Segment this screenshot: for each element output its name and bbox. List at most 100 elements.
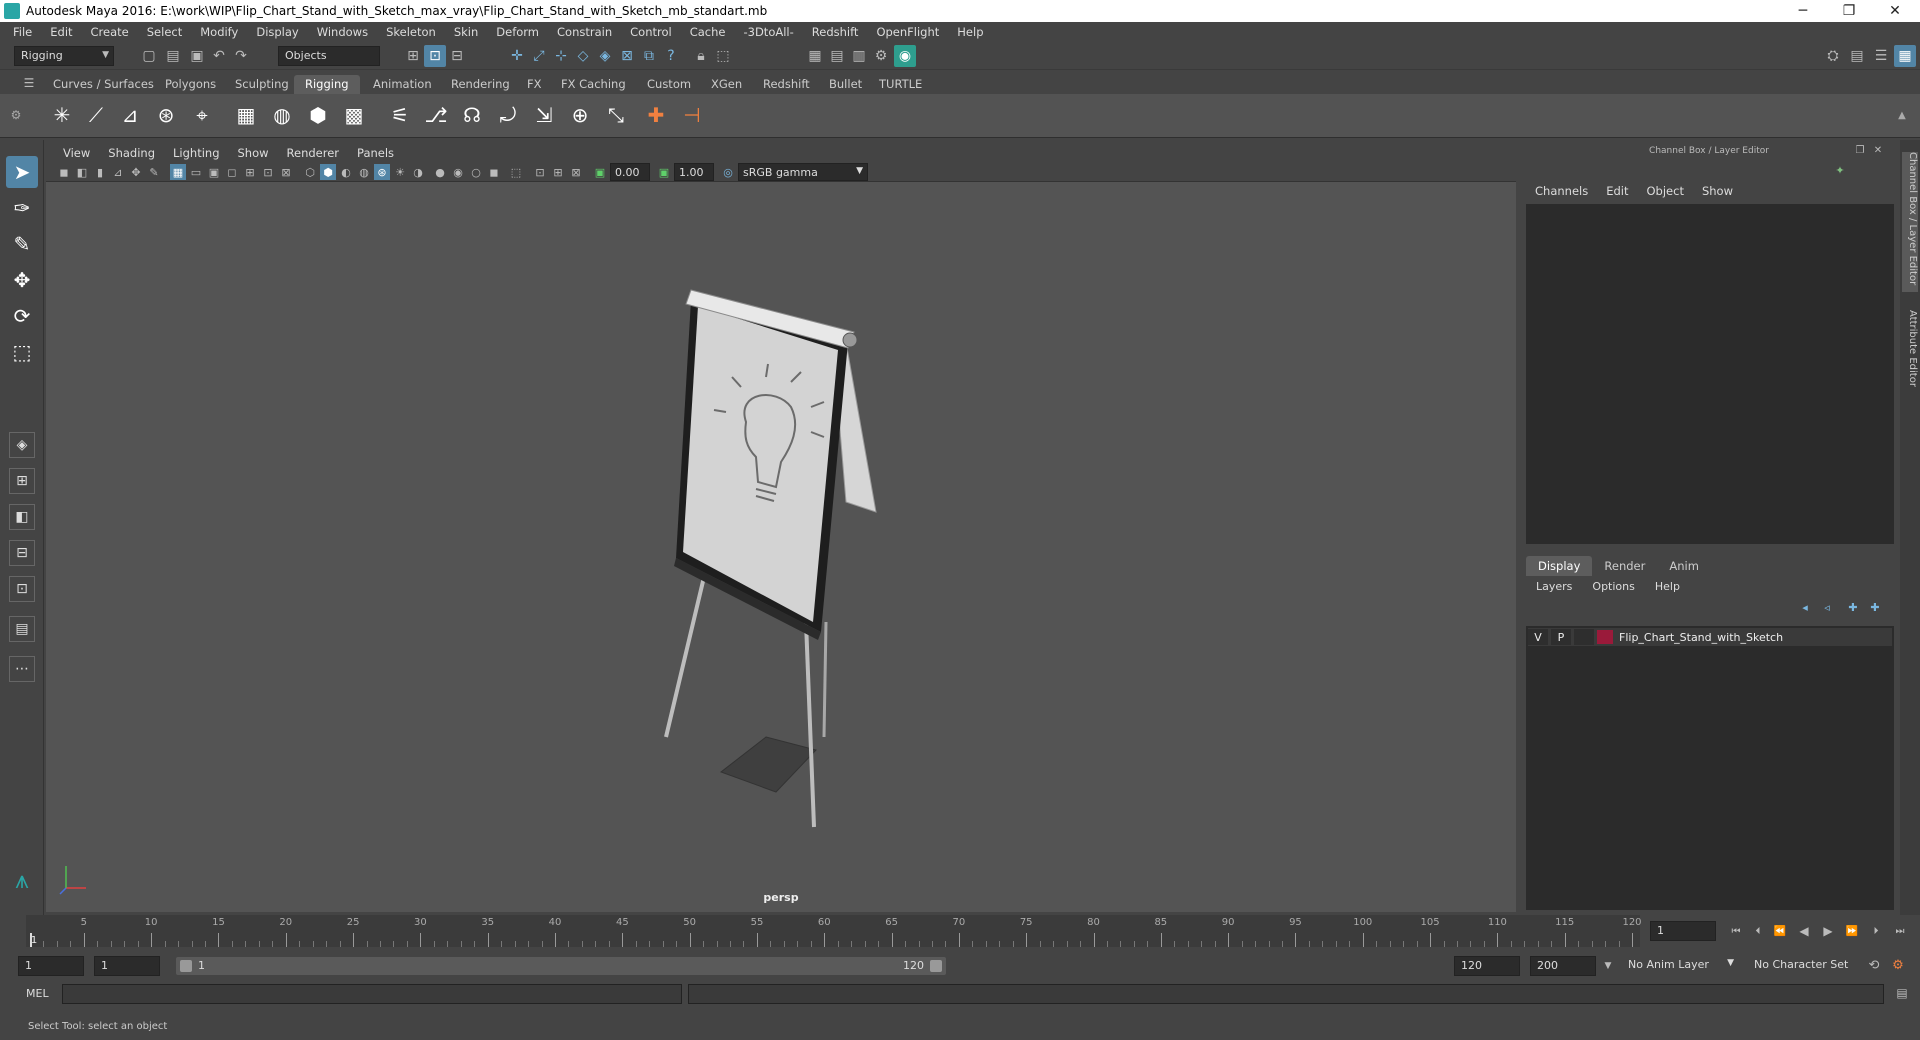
- orient-joint-icon[interactable]: ⊛: [150, 99, 182, 131]
- default-material-icon[interactable]: ◐: [338, 164, 354, 180]
- motion-blur-icon[interactable]: ◼: [486, 164, 502, 180]
- snap-grid-icon[interactable]: ✛: [506, 45, 528, 67]
- step-back-frame-icon[interactable]: ⏴: [1748, 921, 1768, 941]
- menu-file[interactable]: File: [4, 25, 41, 39]
- add-influence-icon[interactable]: ✚: [640, 99, 672, 131]
- camera-select-icon[interactable]: ◼: [56, 164, 72, 180]
- field-chart-icon[interactable]: ⊞: [242, 164, 258, 180]
- step-back-key-icon[interactable]: ⏪: [1770, 921, 1790, 941]
- undo-icon[interactable]: ↶: [208, 45, 230, 67]
- play-backwards-icon[interactable]: ◀: [1794, 921, 1814, 941]
- select-hierarchy-icon[interactable]: ⊞: [402, 45, 424, 67]
- new-empty-layer-icon[interactable]: ✚: [1844, 598, 1862, 616]
- shadows-icon[interactable]: ◑: [410, 164, 426, 180]
- command-input[interactable]: [62, 984, 682, 1004]
- exposure-field[interactable]: 0.00: [610, 163, 650, 181]
- move-layer-up-icon[interactable]: ◂: [1796, 598, 1814, 616]
- film-gate-icon[interactable]: ▭: [188, 164, 204, 180]
- menu-cache[interactable]: Cache: [681, 25, 735, 39]
- perspective-viewport[interactable]: persp: [46, 182, 1516, 912]
- layer-menu-options[interactable]: Options: [1582, 580, 1644, 593]
- select-tool-icon[interactable]: ➤: [6, 156, 38, 188]
- range-end-handle[interactable]: [930, 960, 942, 972]
- rotate-tool-icon[interactable]: ⟳: [6, 300, 38, 332]
- attribute-editor-toggle-icon[interactable]: ▤: [1846, 45, 1868, 67]
- auto-key-icon[interactable]: ⟲: [1864, 955, 1884, 975]
- flip-chart-model[interactable]: [46, 182, 1516, 912]
- menu-windows[interactable]: Windows: [308, 25, 377, 39]
- menu-openflight[interactable]: OpenFlight: [867, 25, 948, 39]
- menu-control[interactable]: Control: [621, 25, 681, 39]
- use-all-lights-icon[interactable]: ☀: [392, 164, 408, 180]
- side-by-side-layout-icon[interactable]: ◧: [9, 504, 35, 530]
- xray-joints-icon[interactable]: ◉: [450, 164, 466, 180]
- menu-modify[interactable]: Modify: [191, 25, 247, 39]
- layer-menu-help[interactable]: Help: [1645, 580, 1690, 593]
- shelf-options-icon[interactable]: ⚙: [6, 99, 26, 131]
- restore-button[interactable]: ❐: [1826, 0, 1872, 22]
- anim-layer-dropdown[interactable]: No Anim Layer ▼: [1622, 956, 1738, 976]
- viewport-menu-show[interactable]: Show: [229, 146, 278, 160]
- bind-skin-icon[interactable]: ▦: [230, 99, 262, 131]
- more-layouts-icon[interactable]: ⋯: [9, 656, 35, 682]
- single-view-layout-icon[interactable]: ◈: [9, 432, 35, 458]
- point-constraint-icon[interactable]: ☊: [456, 99, 488, 131]
- shelf-tab-custom[interactable]: Custom: [636, 75, 702, 94]
- gamma-icon[interactable]: ▣: [656, 164, 672, 180]
- animation-end-field[interactable]: 200: [1530, 956, 1596, 976]
- xray-active-icon[interactable]: ⊡: [532, 164, 548, 180]
- four-view-layout-icon[interactable]: ⊞: [9, 468, 35, 494]
- select-highlight-icon[interactable]: ⬚: [712, 45, 734, 67]
- move-tool-icon[interactable]: ✥: [6, 264, 38, 296]
- lock-icon[interactable]: 🔒︎: [690, 45, 712, 67]
- xray-icon[interactable]: ●: [432, 164, 448, 180]
- snap-curve-icon[interactable]: ⤢: [528, 45, 550, 67]
- shelf-tab-xgen[interactable]: XGen: [700, 75, 753, 94]
- grease-pencil-icon[interactable]: ✎: [146, 164, 162, 180]
- viewport-menu-panels[interactable]: Panels: [348, 146, 403, 160]
- select-component-icon[interactable]: ⊟: [446, 45, 468, 67]
- channel-menu-channels[interactable]: Channels: [1526, 184, 1597, 198]
- playback-end-field[interactable]: 120: [1454, 956, 1520, 976]
- menuset-dropdown[interactable]: Rigging ▼: [14, 46, 114, 66]
- channel-menu-object[interactable]: Object: [1638, 184, 1693, 198]
- shelf-tab-rendering[interactable]: Rendering: [440, 75, 521, 94]
- snap-point-icon[interactable]: ⊹: [550, 45, 572, 67]
- shelf-tab-bullet[interactable]: Bullet: [818, 75, 873, 94]
- scale-tool-icon[interactable]: ⬚: [6, 336, 38, 368]
- shelf-tab-sculpting[interactable]: Sculpting: [224, 75, 300, 94]
- two-d-pan-icon[interactable]: ✥: [128, 164, 144, 180]
- remove-influence-icon[interactable]: ⊣: [676, 99, 708, 131]
- menu-3dtoall[interactable]: -3DtoAll-: [734, 25, 802, 39]
- animation-start-field[interactable]: 1: [18, 956, 84, 976]
- wireframe-on-shaded-icon[interactable]: ◍: [356, 164, 372, 180]
- ipr-render-icon[interactable]: ▥: [848, 45, 870, 67]
- shelf-tab-redshift[interactable]: Redshift: [752, 75, 821, 94]
- aim-constraint-icon[interactable]: ⊕: [564, 99, 596, 131]
- shelf-tab-fx-caching[interactable]: FX Caching: [550, 75, 637, 94]
- hypershade-icon[interactable]: ◉: [894, 45, 916, 67]
- go-to-end-icon[interactable]: ⏭: [1890, 921, 1910, 941]
- save-scene-icon[interactable]: ▣: [186, 45, 208, 67]
- shelf-menu-icon[interactable]: ☰: [18, 72, 40, 94]
- textured-icon[interactable]: ⊛: [374, 164, 390, 180]
- joint-tool-icon[interactable]: ✳: [46, 99, 78, 131]
- render-current-icon[interactable]: ▤: [826, 45, 848, 67]
- camera-attributes-icon[interactable]: ◧: [74, 164, 90, 180]
- hypershade-layout-icon[interactable]: ▤: [9, 616, 35, 642]
- shelf-tab-polygons[interactable]: Polygons: [154, 75, 227, 94]
- paint-weights-icon[interactable]: ⚟: [384, 99, 416, 131]
- time-slider[interactable]: 5 10 15 20 25 30 35 40 45 50 55 60 65 70 75 80 85 90 95 100…: [0, 915, 1920, 951]
- new-layer-from-selection-icon[interactable]: ✚: [1866, 598, 1884, 616]
- smooth-shade-icon[interactable]: ⬢: [320, 164, 336, 180]
- range-slider[interactable]: 1 120: [176, 957, 946, 975]
- open-scene-icon[interactable]: ▤: [162, 45, 184, 67]
- tool-settings-toggle-icon[interactable]: ☰: [1870, 45, 1892, 67]
- menu-edit[interactable]: Edit: [41, 25, 81, 39]
- shelf-tab-curves-surfaces[interactable]: Curves / Surfaces: [42, 75, 165, 94]
- step-forward-key-icon[interactable]: ⏩: [1842, 921, 1862, 941]
- layer-menu-layers[interactable]: Layers: [1526, 580, 1582, 593]
- current-frame-field[interactable]: 1: [1650, 921, 1716, 941]
- layer-playback-toggle[interactable]: P: [1551, 629, 1571, 645]
- snap-plane-icon[interactable]: ◇: [572, 45, 594, 67]
